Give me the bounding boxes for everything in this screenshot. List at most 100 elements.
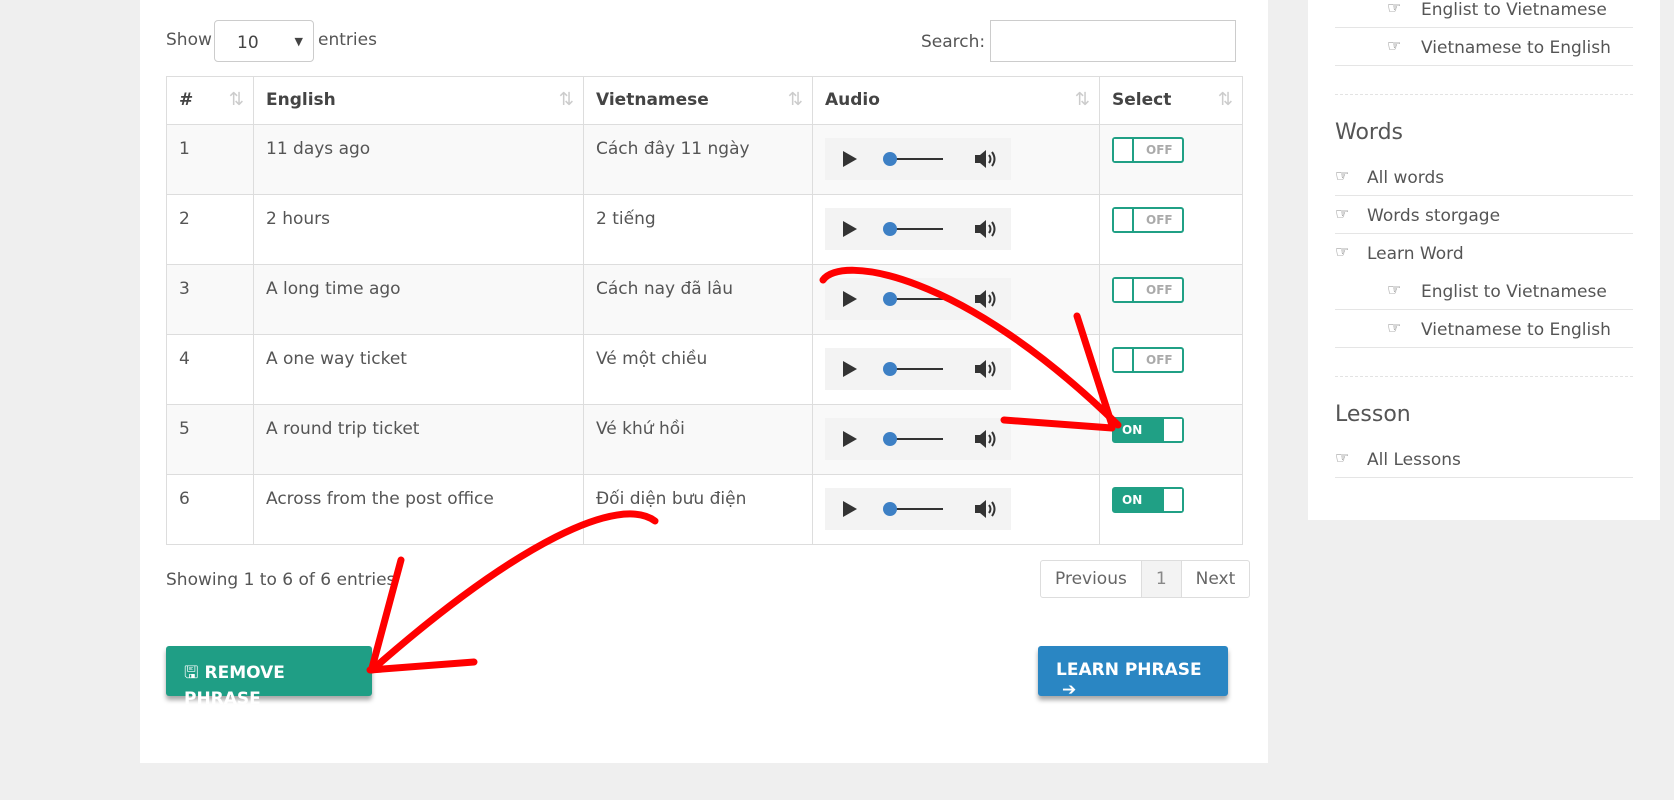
- previous-button[interactable]: Previous: [1041, 561, 1142, 597]
- page-1-button[interactable]: 1: [1141, 561, 1182, 597]
- vietnamese-text: Vé khứ hồi: [596, 419, 685, 439]
- play-icon[interactable]: [843, 431, 857, 447]
- column-header-english[interactable]: English ⇅: [253, 76, 584, 125]
- select-cell: ON: [1099, 474, 1243, 545]
- column-header-select[interactable]: Select ⇅: [1099, 76, 1243, 125]
- table-row: 6 Across from the post office Đối diện bưu…: [166, 474, 1243, 545]
- play-icon[interactable]: [843, 501, 857, 517]
- play-icon[interactable]: [843, 151, 857, 167]
- play-icon[interactable]: [843, 221, 857, 237]
- sidebar-item-englist-to-vietnamese[interactable]: ☞ Englist to Vietnamese: [1335, 274, 1633, 310]
- audio-player: [825, 208, 1011, 250]
- seek-handle[interactable]: [883, 502, 897, 516]
- toggle-knob: [1114, 349, 1134, 371]
- english-text: 11 days ago: [266, 139, 371, 159]
- toggle-label: ON: [1122, 423, 1143, 437]
- seek-handle[interactable]: [883, 152, 897, 166]
- row-number-cell: 6: [166, 474, 254, 545]
- sidebar-item-label: Learn Word: [1367, 244, 1464, 264]
- select-cell: OFF: [1099, 124, 1243, 195]
- hand-pointer-icon: ☞: [1387, 0, 1402, 17]
- audio-player: [825, 348, 1011, 390]
- column-header-vietnamese[interactable]: Vietnamese ⇅: [583, 76, 813, 125]
- select-toggle[interactable]: OFF: [1112, 347, 1184, 373]
- sidebar-item-learn-word[interactable]: ☞ Learn Word: [1335, 236, 1633, 272]
- seek-handle[interactable]: [883, 362, 897, 376]
- toggle-knob: [1114, 139, 1134, 161]
- audio-cell: [812, 264, 1100, 335]
- sidebar-item-label: Words storgage: [1367, 206, 1501, 226]
- audio-cell: [812, 474, 1100, 545]
- column-header-label: Select: [1112, 90, 1172, 110]
- table-row: 4 A one way ticket Vé một chiều OFF: [166, 334, 1243, 405]
- row-number-cell: 2: [166, 194, 254, 265]
- select-toggle[interactable]: OFF: [1112, 137, 1184, 163]
- volume-icon[interactable]: [973, 147, 999, 171]
- next-button[interactable]: Next: [1182, 561, 1250, 597]
- table-row: 3 A long time ago Cách nay đã lâu OFF: [166, 264, 1243, 335]
- vietnamese-text: Đối diện bưu điện: [596, 489, 747, 509]
- sidebar-item-top-vietnamese-to-english[interactable]: ☞ Vietnamese to English: [1335, 30, 1633, 66]
- sidebar-item-vietnamese-to-english[interactable]: ☞ Vietnamese to English: [1335, 312, 1633, 348]
- search-label: Search:: [921, 32, 986, 52]
- seek-handle[interactable]: [883, 292, 897, 306]
- sidebar-item-words-storage[interactable]: ☞ Words storgage: [1335, 198, 1633, 234]
- select-toggle[interactable]: OFF: [1112, 277, 1184, 303]
- select-cell: OFF: [1099, 264, 1243, 335]
- search-input[interactable]: [990, 20, 1236, 62]
- audio-player: [825, 138, 1011, 180]
- english-text: A one way ticket: [266, 349, 407, 369]
- vietnamese-text: 2 tiếng: [596, 209, 656, 229]
- volume-icon[interactable]: [973, 497, 999, 521]
- arrow-right-icon: ➔: [1062, 680, 1077, 700]
- row-number: 6: [179, 489, 190, 509]
- seek-handle[interactable]: [883, 432, 897, 446]
- entries-length-select[interactable]: 10 ▼: [214, 20, 314, 62]
- volume-icon[interactable]: [973, 427, 999, 451]
- play-icon[interactable]: [843, 361, 857, 377]
- select-toggle[interactable]: ON: [1112, 487, 1184, 513]
- learn-phrase-button[interactable]: LEARN PHRASE➔: [1038, 646, 1228, 700]
- volume-icon[interactable]: [973, 217, 999, 241]
- vietnamese-cell: 2 tiếng: [583, 194, 813, 265]
- volume-icon[interactable]: [973, 357, 999, 381]
- select-toggle[interactable]: OFF: [1112, 207, 1184, 233]
- audio-player: [825, 278, 1011, 320]
- audio-player: [825, 418, 1011, 460]
- vietnamese-cell: Cách nay đã lâu: [583, 264, 813, 335]
- sidebar-item-top-englist-to-vietnamese[interactable]: ☞ Englist to Vietnamese: [1335, 0, 1633, 28]
- column-header-audio[interactable]: Audio ⇅: [812, 76, 1100, 125]
- column-header-label: Audio: [825, 90, 880, 110]
- sidebar-item-label: Vietnamese to English: [1421, 38, 1611, 58]
- sort-icon: ⇅: [1074, 89, 1090, 110]
- column-header-label: English: [266, 90, 336, 110]
- column-header-number[interactable]: # ⇅: [166, 76, 254, 125]
- english-text: A long time ago: [266, 279, 401, 299]
- volume-icon[interactable]: [973, 287, 999, 311]
- toggle-label: OFF: [1146, 213, 1173, 227]
- sidebar-item-all-lessons[interactable]: ☞ All Lessons: [1335, 442, 1633, 478]
- pagination: Previous 1 Next: [1040, 560, 1251, 598]
- row-number-cell: 3: [166, 264, 254, 335]
- seek-handle[interactable]: [883, 222, 897, 236]
- audio-cell: [812, 194, 1100, 265]
- hand-pointer-icon: ☞: [1387, 36, 1402, 55]
- sidebar-item-label: Englist to Vietnamese: [1421, 0, 1607, 20]
- toggle-knob: [1114, 279, 1134, 301]
- vietnamese-text: Cách đây 11 ngày: [596, 139, 750, 159]
- audio-player: [825, 488, 1011, 530]
- vietnamese-cell: Đối diện bưu điện: [583, 474, 813, 545]
- select-toggle[interactable]: ON: [1112, 417, 1184, 443]
- learn-phrase-label: LEARN PHRASE: [1056, 660, 1202, 680]
- english-cell: 2 hours: [253, 194, 584, 265]
- toggle-label: OFF: [1146, 143, 1173, 157]
- sort-icon: ⇅: [1217, 89, 1233, 110]
- vietnamese-text: Cách nay đã lâu: [596, 279, 733, 299]
- english-cell: A one way ticket: [253, 334, 584, 405]
- row-number-cell: 4: [166, 334, 254, 405]
- vietnamese-text: Vé một chiều: [596, 349, 708, 369]
- sidebar-item-all-words[interactable]: ☞ All words: [1335, 160, 1633, 196]
- play-icon[interactable]: [843, 291, 857, 307]
- english-cell: A round trip ticket: [253, 404, 584, 475]
- remove-phrase-button[interactable]: 🖫 REMOVE PHRASE: [166, 646, 372, 709]
